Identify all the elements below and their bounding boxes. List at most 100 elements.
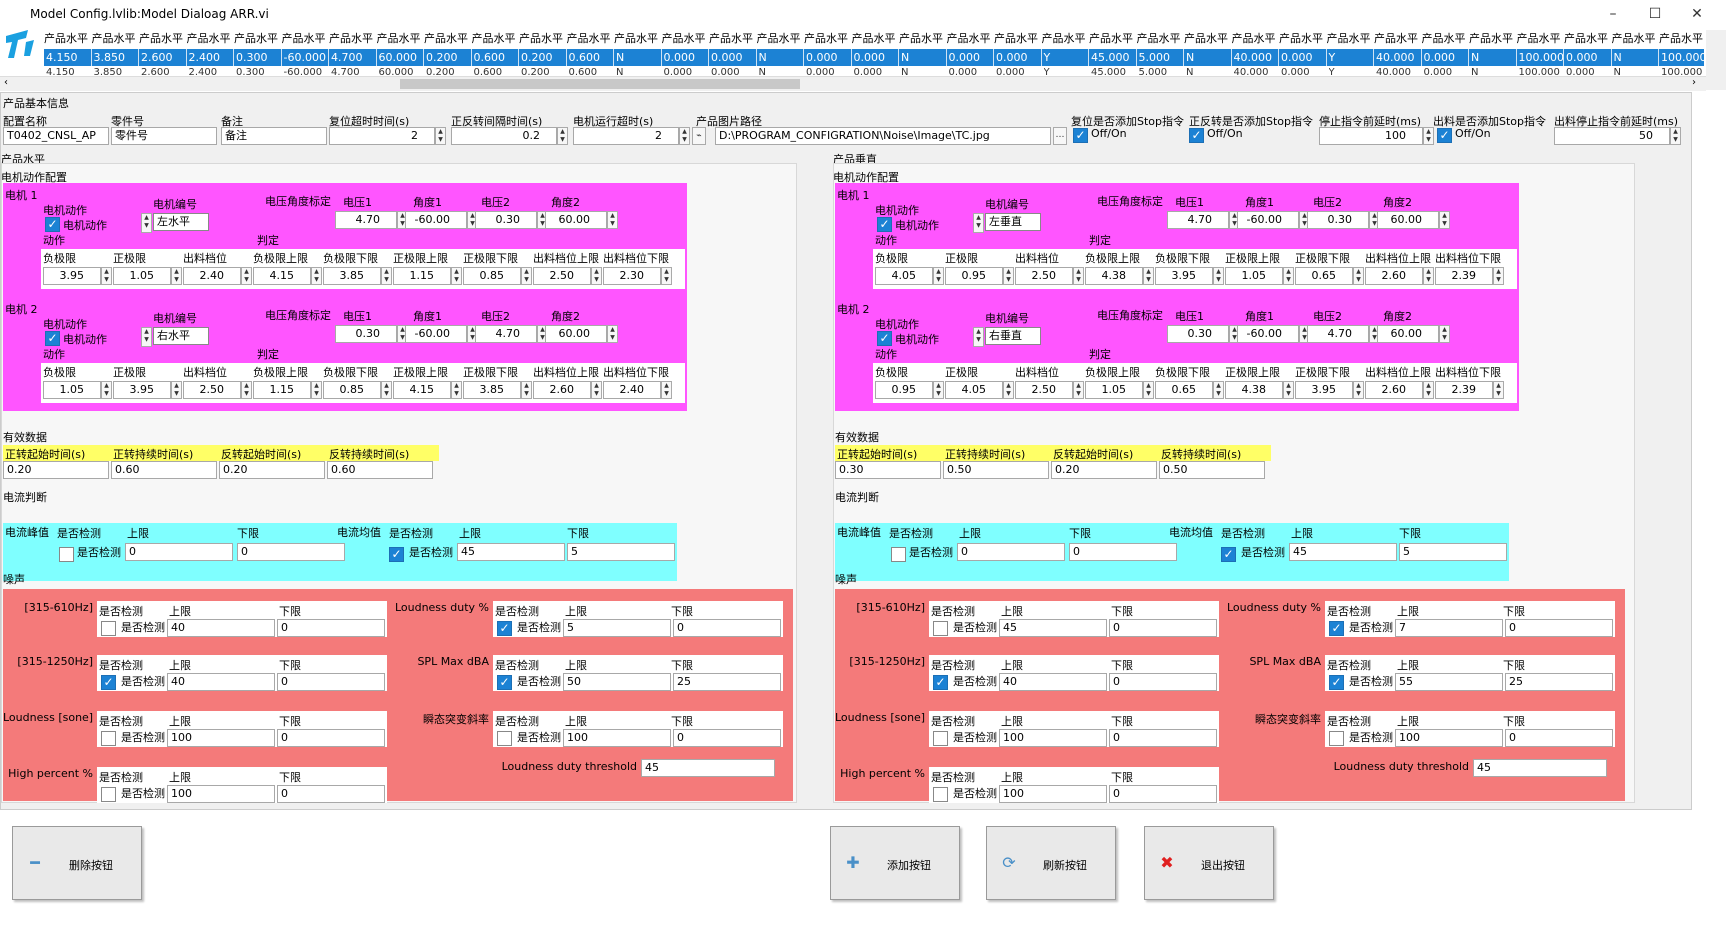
reset-stop-checkbox[interactable]: ✓ xyxy=(1073,128,1088,143)
pos-up-input-spinner[interactable]: ▲ ▼ xyxy=(451,381,462,399)
out-up-input-spinner[interactable]: ▲ ▼ xyxy=(591,267,602,285)
grid-column-header[interactable]: 产品水平 xyxy=(567,30,615,48)
noise-trans-checkbox[interactable] xyxy=(497,731,512,746)
grid-cell[interactable]: 4.150 xyxy=(44,49,92,66)
out-input-spinner[interactable]: ▲ ▼ xyxy=(241,381,252,399)
add-button[interactable]: ✚ 添加按钮 xyxy=(830,826,960,900)
vertical-m1-number-select[interactable]: 左垂直 xyxy=(985,213,1041,231)
out-up-input[interactable]: 2.50 xyxy=(533,267,591,285)
grid-column-header[interactable]: 产品水平 xyxy=(947,30,995,48)
grid-cell[interactable]: 0.000 xyxy=(854,68,900,76)
grid-column-header[interactable]: 产品水平 xyxy=(1517,30,1565,48)
out-input[interactable]: 2.40 xyxy=(183,267,241,285)
noise-spl-lower-input[interactable]: 25 xyxy=(1505,673,1613,691)
pos-up-input-spinner[interactable]: ▲ ▼ xyxy=(1283,381,1294,399)
grid-column-header[interactable]: 产品水平 xyxy=(1232,30,1280,48)
noise-duty-lower-input[interactable]: 0 xyxy=(673,619,781,637)
grid-cell[interactable]: N xyxy=(899,49,947,66)
pos-lo-input[interactable]: 0.85 xyxy=(463,267,521,285)
pos-lo-input[interactable]: 3.85 xyxy=(463,381,521,399)
noise-spl-lower-input[interactable]: 25 xyxy=(673,673,781,691)
grid-cell[interactable]: 0.200 xyxy=(426,68,472,76)
noise-duty-upper-input[interactable]: 7 xyxy=(1395,619,1503,637)
out-lo-input-spinner[interactable]: ▲ ▼ xyxy=(1493,267,1504,285)
neg-lo-input[interactable]: 3.85 xyxy=(323,267,381,285)
scroll-left-icon[interactable]: ‹ xyxy=(4,77,8,88)
maximize-button[interactable]: ☐ xyxy=(1640,4,1670,24)
reverse-stop-checkbox[interactable]: ✓ xyxy=(1189,128,1204,143)
neg-lo-input-spinner[interactable]: ▲ ▼ xyxy=(1213,267,1224,285)
horizontal-m2-action-checkbox[interactable]: ✓ xyxy=(45,331,60,346)
grid-cell[interactable]: 0.000 xyxy=(1564,49,1612,66)
rev-start-input[interactable]: 0.20 xyxy=(1051,461,1157,479)
peak-detect-checkbox[interactable] xyxy=(59,547,74,562)
grid-cell[interactable]: 40.000 xyxy=(1376,68,1422,76)
pos-input[interactable]: 0.95 xyxy=(945,267,1003,285)
grid-cell[interactable]: 100.000 xyxy=(1659,49,1704,66)
neg-lo-input-spinner[interactable]: ▲ ▼ xyxy=(381,267,392,285)
grid-cell[interactable]: -60.000 xyxy=(282,49,329,66)
grid-column-header[interactable]: 产品水平 xyxy=(1184,30,1232,48)
rev-start-input[interactable]: 0.20 xyxy=(219,461,325,479)
grid-cell[interactable]: N xyxy=(901,68,947,76)
part-number-input[interactable]: 零件号 xyxy=(111,127,217,145)
output-stop-checkbox[interactable]: ✓ xyxy=(1437,128,1452,143)
grid-cell[interactable]: 0.000 xyxy=(804,49,852,66)
noise-spl-upper-input[interactable]: 55 xyxy=(1395,673,1503,691)
noise-duty-checkbox[interactable]: ✓ xyxy=(497,621,512,636)
avg-detect-checkbox[interactable]: ✓ xyxy=(1221,547,1236,562)
noise-high-upper-input[interactable]: 100 xyxy=(167,785,275,803)
pos-up-input[interactable]: 1.05 xyxy=(1225,267,1283,285)
grid-column-header[interactable]: 产品水平 xyxy=(757,30,805,48)
out-input[interactable]: 2.50 xyxy=(183,381,241,399)
neg-up-input[interactable]: 4.38 xyxy=(1085,267,1143,285)
grid-cell[interactable]: 45.000 xyxy=(1091,68,1137,76)
angle1-input[interactable]: -60.00 xyxy=(405,325,467,343)
grid-cell[interactable]: 0.200 xyxy=(519,49,567,66)
fwd-dur-input[interactable]: 0.50 xyxy=(943,461,1049,479)
grid-cell[interactable]: 4.700 xyxy=(329,49,377,66)
duty-threshold-input[interactable]: 45 xyxy=(641,759,775,777)
grid-cell[interactable]: 0.000 xyxy=(711,68,757,76)
out-lo-input[interactable]: 2.39 xyxy=(1435,381,1493,399)
grid-cell[interactable]: 3.850 xyxy=(94,68,140,76)
stop-delay-input[interactable]: 100 xyxy=(1319,127,1423,145)
grid-cell[interactable]: 5.000 xyxy=(1139,68,1185,76)
grid-cell[interactable]: Y xyxy=(1044,68,1090,76)
grid-cell[interactable]: 0.600 xyxy=(474,68,520,76)
angle2-input[interactable]: 60.00 xyxy=(1377,325,1439,343)
neg-input-spinner[interactable]: ▲ ▼ xyxy=(101,267,112,285)
output-stop-delay-input-spinner[interactable]: ▲ ▼ xyxy=(1670,127,1681,145)
pos-lo-input-spinner[interactable]: ▲ ▼ xyxy=(1353,381,1364,399)
grid-cell[interactable]: Y xyxy=(1329,68,1375,76)
reset-timeout-input-spinner[interactable]: ▲ ▼ xyxy=(435,127,446,145)
rev-dur-input[interactable]: 0.60 xyxy=(327,461,433,479)
vertical-m2-action-checkbox[interactable]: ✓ xyxy=(877,331,892,346)
noise-high-lower-input[interactable]: 0 xyxy=(277,785,385,803)
neg-lo-input[interactable]: 0.65 xyxy=(1155,381,1213,399)
noise-band1-lower-input[interactable]: 0 xyxy=(277,619,385,637)
out-up-input[interactable]: 2.60 xyxy=(533,381,591,399)
neg-up-input-spinner[interactable]: ▲ ▼ xyxy=(1143,381,1154,399)
grid-cell[interactable]: N xyxy=(757,49,804,66)
grid-column-header[interactable]: 产品水平 xyxy=(1137,30,1185,48)
avg-upper-input[interactable]: 45 xyxy=(457,543,565,561)
motor-number-spinner[interactable]: ▲ ▼ xyxy=(973,213,984,233)
out-up-input[interactable]: 2.60 xyxy=(1365,381,1423,399)
out-lo-input-spinner[interactable]: ▲ ▼ xyxy=(1493,381,1504,399)
neg-up-input-spinner[interactable]: ▲ ▼ xyxy=(311,381,322,399)
grid-column-header[interactable]: 产品水平 xyxy=(852,30,900,48)
grid-cell[interactable]: N xyxy=(1184,49,1232,66)
pos-lo-input-spinner[interactable]: ▲ ▼ xyxy=(1353,267,1364,285)
neg-input-spinner[interactable]: ▲ ▼ xyxy=(933,267,944,285)
grid-cell[interactable]: 60.000 xyxy=(377,49,424,66)
out-input-spinner[interactable]: ▲ ▼ xyxy=(1073,381,1084,399)
grid-column-header[interactable]: 产品水平 xyxy=(662,30,710,48)
grid-cell[interactable]: 0.300 xyxy=(236,68,282,76)
grid-column-header[interactable]: 产品水平 xyxy=(1327,30,1375,48)
grid-cell[interactable]: Y xyxy=(1327,49,1374,66)
out-up-input-spinner[interactable]: ▲ ▼ xyxy=(591,381,602,399)
noise-band1-upper-input[interactable]: 40 xyxy=(167,619,275,637)
vertical-m2-number-select[interactable]: 右垂直 xyxy=(985,327,1041,345)
angle1-input[interactable]: -60.00 xyxy=(405,211,467,229)
